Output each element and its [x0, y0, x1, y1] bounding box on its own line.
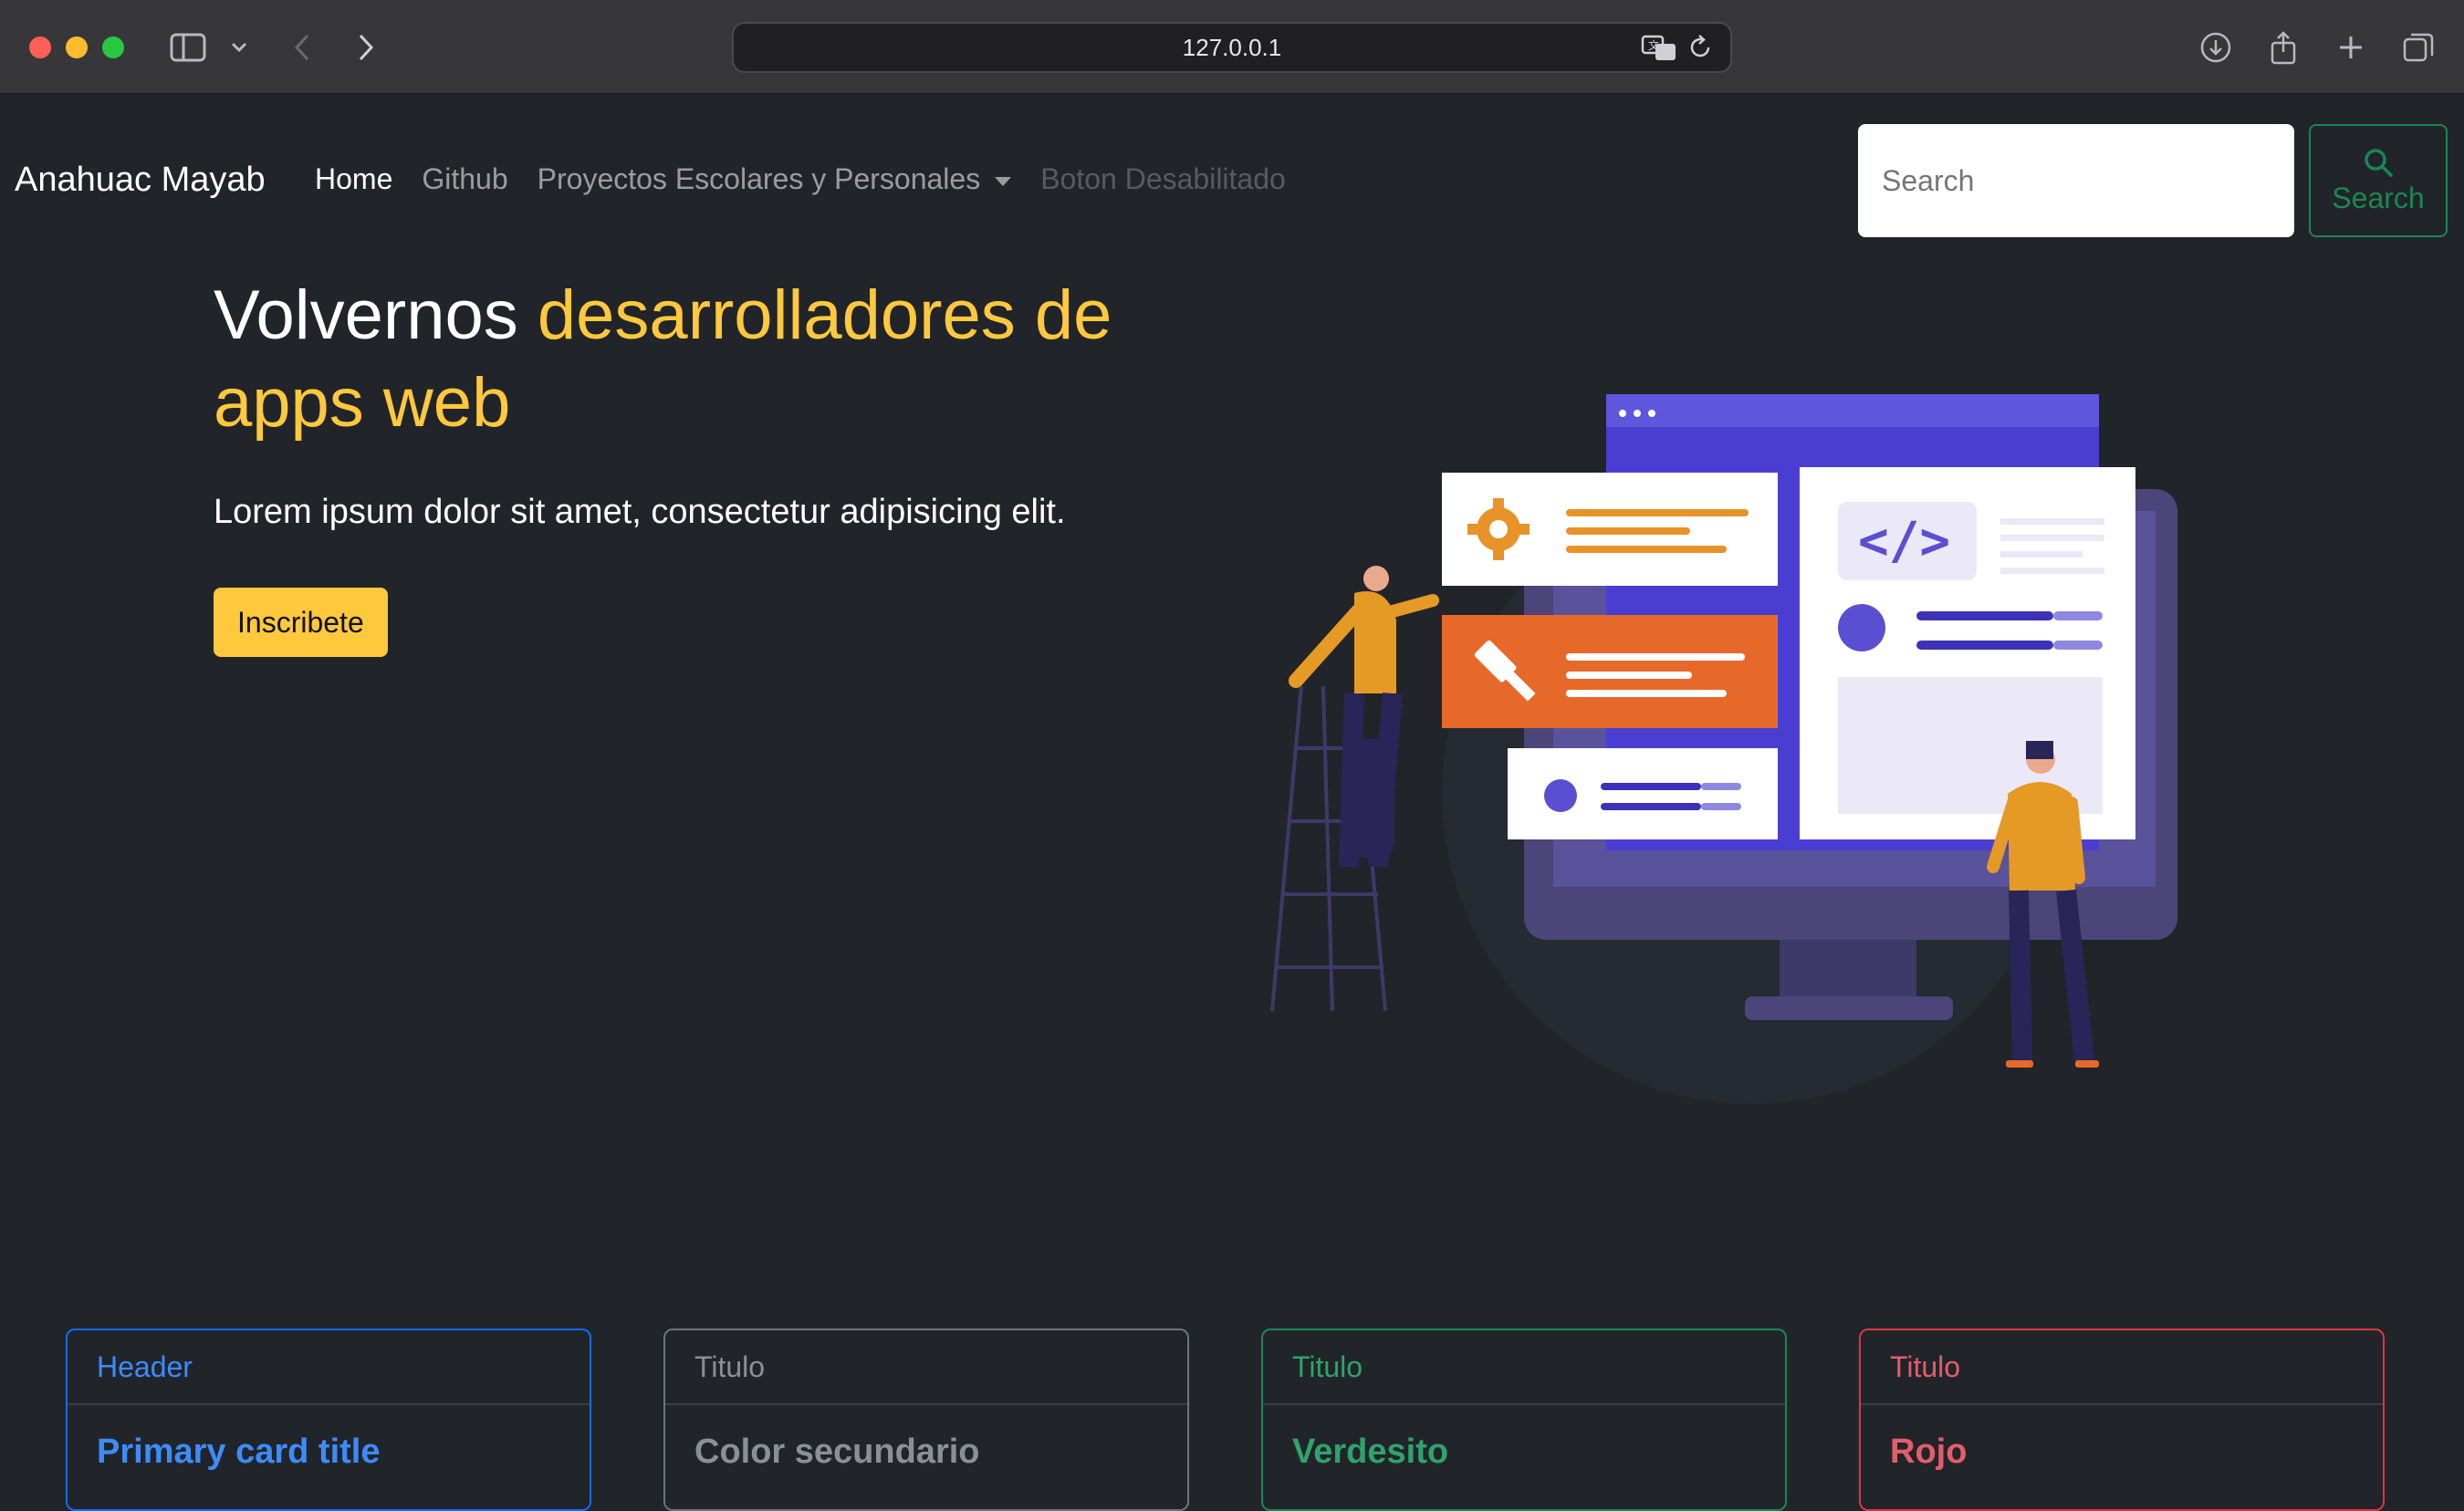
hero-title: Volvernos desarrolladores de apps web [214, 272, 1254, 447]
address-bar[interactable]: 127.0.0.1 文 [732, 22, 1732, 73]
card-header: Titulo [1263, 1330, 1785, 1405]
inscribete-button[interactable]: Inscribete [214, 588, 388, 657]
hero-title-plain: Volvernos [214, 276, 538, 354]
caret-down-icon [995, 176, 1012, 186]
reload-icon[interactable] [1686, 33, 1714, 68]
web-developer-illustration: </> [1270, 394, 2177, 1104]
search-input[interactable] [1858, 124, 2294, 237]
nav-dropdown-proyectos[interactable]: Proyectos Escolares y Personales [538, 162, 1012, 196]
card-secondary: Titulo Color secundario [663, 1329, 1189, 1511]
browser-toolbar: 127.0.0.1 文 [0, 0, 2464, 95]
nav-links: Home Github Proyectos Escolares y Person… [315, 162, 1286, 196]
svg-text:</>: </> [1858, 512, 1950, 571]
sidebar-icon[interactable] [168, 27, 208, 68]
card-title: Verdesito [1292, 1433, 1449, 1471]
search-button[interactable]: Search [2309, 124, 2448, 237]
search-button-label: Search [2332, 181, 2425, 214]
card-danger: Titulo Rojo [1859, 1329, 2385, 1511]
card-title: Primary card title [97, 1433, 381, 1471]
nav-link-home[interactable]: Home [315, 162, 392, 196]
nav-link-github[interactable]: Github [422, 162, 507, 196]
close-window-button[interactable] [29, 36, 51, 58]
url-text: 127.0.0.1 [1182, 33, 1282, 61]
new-tab-icon[interactable] [2333, 27, 2369, 68]
chevron-down-icon[interactable] [228, 27, 250, 68]
tabs-overview-icon[interactable] [2400, 27, 2437, 68]
card-header: Titulo [1861, 1330, 2383, 1405]
site-navbar: Anahuac Mayab Home Github Proyectos Esco… [0, 97, 2464, 266]
navbar-brand[interactable]: Anahuac Mayab [15, 161, 266, 200]
forward-icon[interactable] [352, 27, 380, 68]
share-icon[interactable] [2265, 27, 2302, 68]
card-success: Titulo Verdesito [1261, 1329, 1787, 1511]
hero-lead: Lorem ipsum dolor sit amet, consectetur … [214, 493, 1066, 531]
card-header: Header [68, 1330, 590, 1405]
card-primary: Header Primary card title [66, 1329, 591, 1511]
search-icon [2365, 148, 2393, 177]
card-title: Color secundario [694, 1433, 980, 1471]
download-icon[interactable] [2198, 27, 2234, 68]
zoom-window-button[interactable] [102, 36, 124, 58]
card-header: Titulo [665, 1330, 1187, 1405]
nav-link-disabled: Boton Desabilitado [1040, 162, 1286, 195]
minimize-window-button[interactable] [66, 36, 88, 58]
svg-text:文: 文 [1648, 38, 1659, 52]
card-title: Rojo [1890, 1433, 1968, 1471]
nav-dropdown-label: Proyectos Escolares y Personales [537, 162, 981, 195]
translate-icon[interactable]: 文 [1641, 33, 1677, 68]
back-icon[interactable] [288, 27, 316, 68]
